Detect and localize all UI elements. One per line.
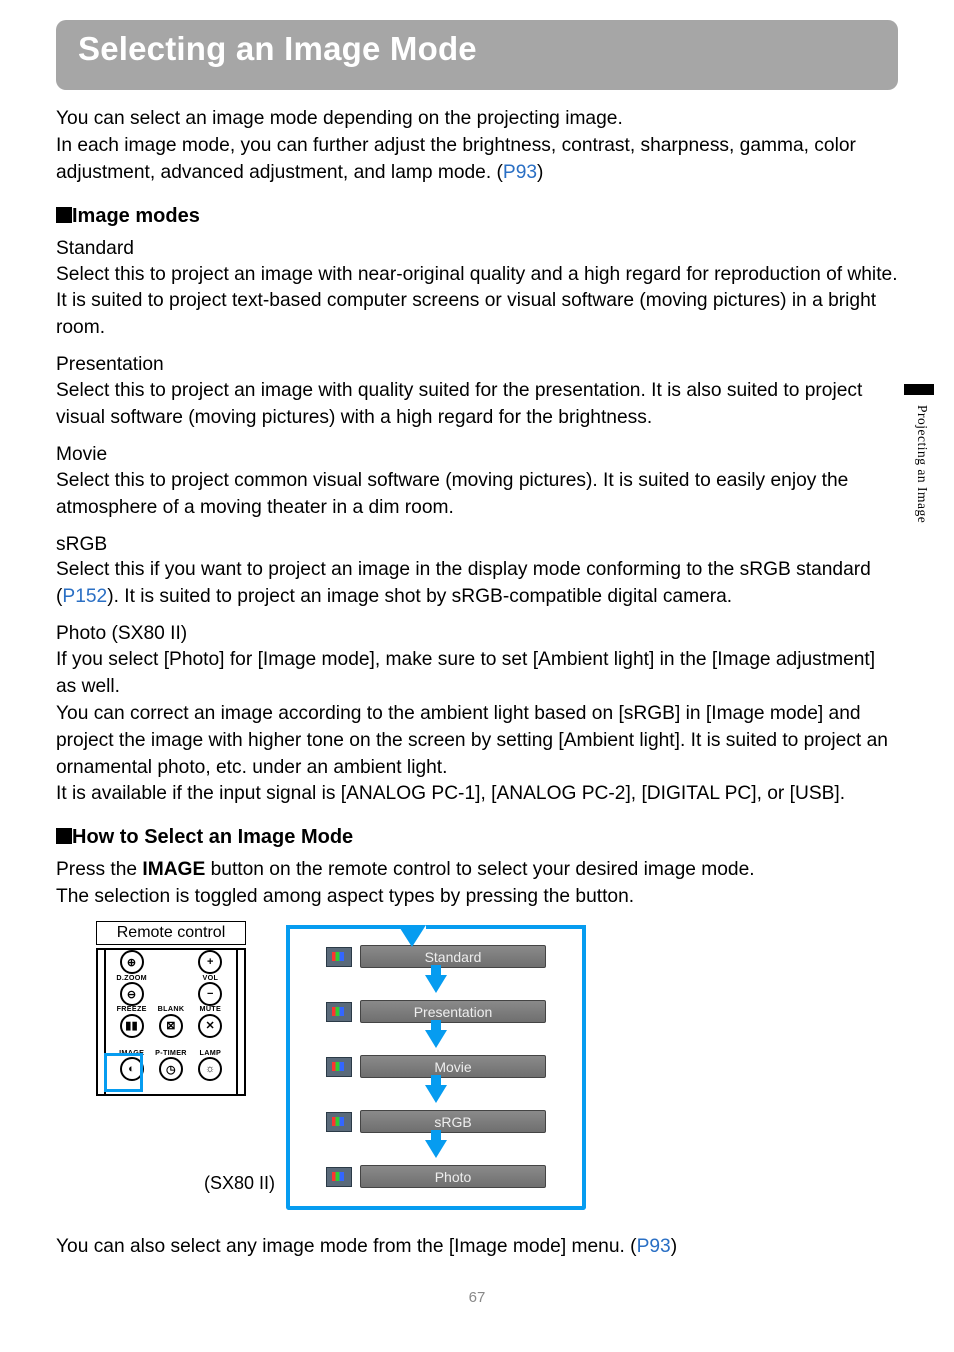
mode-title-movie: Movie xyxy=(56,442,898,468)
mode-desc-presentation: Select this to project an image with qua… xyxy=(56,378,898,432)
vol-up-icon: + xyxy=(198,950,222,974)
arrow-down-icon xyxy=(425,975,447,993)
mode-title-srgb: sRGB xyxy=(56,532,898,558)
zoom-out-icon: ⊖ xyxy=(120,982,144,1006)
page-number: 67 xyxy=(56,1289,898,1306)
intro-paragraph: You can select an image mode depending o… xyxy=(56,106,898,187)
freeze-label: FREEZE xyxy=(112,1005,151,1012)
mode-desc-photo-3: It is available if the input signal is [… xyxy=(56,781,898,808)
square-bullet-icon xyxy=(56,207,72,223)
image-button-icon: ◐ xyxy=(120,1057,144,1081)
intro-line2a: In each image mode, you can further adju… xyxy=(56,135,856,183)
lamp-icon: ☼ xyxy=(198,1057,222,1081)
zoom-in-icon: ⊕ xyxy=(120,950,144,974)
blank-label: BLANK xyxy=(151,1005,190,1012)
section-image-modes: Image modes xyxy=(56,205,898,228)
ptimer-label: P-TIMER xyxy=(151,1049,190,1056)
page-title-bar: Selecting an Image Mode xyxy=(56,20,898,90)
flow-chip-presentation: Presentation xyxy=(360,1000,546,1023)
lamp-label: LAMP xyxy=(191,1049,230,1056)
blank-icon: ⊠ xyxy=(159,1014,183,1038)
flow-chip-srgb: sRGB xyxy=(360,1110,546,1133)
remote-label: Remote control xyxy=(96,921,246,945)
flow-chip-photo: Photo xyxy=(360,1165,546,1188)
mode-desc-movie: Select this to project common visual sof… xyxy=(56,468,898,522)
footer-note: You can also select any image mode from … xyxy=(56,1234,898,1261)
mode-desc-photo-2: You can correct an image according to th… xyxy=(56,701,898,782)
photo-mode-icon xyxy=(326,1167,352,1187)
section-how-to: How to Select an Image Mode xyxy=(56,826,898,849)
dzoom-label: D.ZOOM xyxy=(112,974,151,981)
mode-cycle-diagram: Standard Presentation Movie sRGB xyxy=(286,921,586,1210)
mode-desc-photo-1: If you select [Photo] for [Image mode], … xyxy=(56,647,898,701)
sx80-label: (SX80 II) xyxy=(204,1173,275,1194)
mode-title-standard: Standard xyxy=(56,236,898,262)
link-p93-top[interactable]: P93 xyxy=(503,162,537,183)
mode-presentation: Presentation Select this to project an i… xyxy=(56,352,898,432)
howto-paragraph: Press the IMAGE button on the remote con… xyxy=(56,857,898,911)
page-title: Selecting an Image Mode xyxy=(78,30,876,68)
image-label: IMAGE xyxy=(112,1049,151,1056)
link-p152[interactable]: P152 xyxy=(62,586,107,607)
link-p93-bottom[interactable]: P93 xyxy=(637,1236,671,1257)
ptimer-icon: ◷ xyxy=(159,1057,183,1081)
movie-mode-icon xyxy=(326,1057,352,1077)
mode-desc-srgb: Select this if you want to project an im… xyxy=(56,557,898,611)
flow-item-photo: Photo xyxy=(326,1165,546,1188)
mode-photo: Photo (SX80 II) If you select [Photo] fo… xyxy=(56,621,898,808)
intro-line2b: ) xyxy=(537,162,543,183)
arrow-down-icon xyxy=(425,1030,447,1048)
mode-title-photo: Photo (SX80 II) xyxy=(56,621,898,647)
presentation-mode-icon xyxy=(326,1002,352,1022)
mode-srgb: sRGB Select this if you want to project … xyxy=(56,532,898,612)
srgb-mode-icon xyxy=(326,1112,352,1132)
arrow-down-icon xyxy=(425,1140,447,1158)
arrow-down-icon xyxy=(398,925,426,947)
mute-icon: ✕ xyxy=(198,1014,222,1038)
vol-label: VOL xyxy=(191,974,230,981)
arrow-down-icon xyxy=(425,1085,447,1103)
mode-title-presentation: Presentation xyxy=(56,352,898,378)
flow-chip-standard: Standard xyxy=(360,945,546,968)
mode-movie: Movie Select this to project common visu… xyxy=(56,442,898,522)
freeze-icon: ▮▮ xyxy=(120,1014,144,1038)
mode-desc-standard: Select this to project an image with nea… xyxy=(56,262,898,343)
flow-chip-movie: Movie xyxy=(360,1055,546,1078)
mode-standard: Standard Select this to project an image… xyxy=(56,236,898,343)
square-bullet-icon xyxy=(56,828,72,844)
vol-down-icon: − xyxy=(198,982,222,1006)
intro-line1: You can select an image mode depending o… xyxy=(56,108,623,129)
mute-label: MUTE xyxy=(191,1005,230,1012)
remote-control-diagram: Remote control ⊕ D.ZOOM ⊖ + VOL − xyxy=(96,921,246,1096)
image-button-name: IMAGE xyxy=(142,859,205,880)
remote-body: ⊕ D.ZOOM ⊖ + VOL − FREEZE xyxy=(96,948,246,1096)
standard-mode-icon xyxy=(326,947,352,967)
